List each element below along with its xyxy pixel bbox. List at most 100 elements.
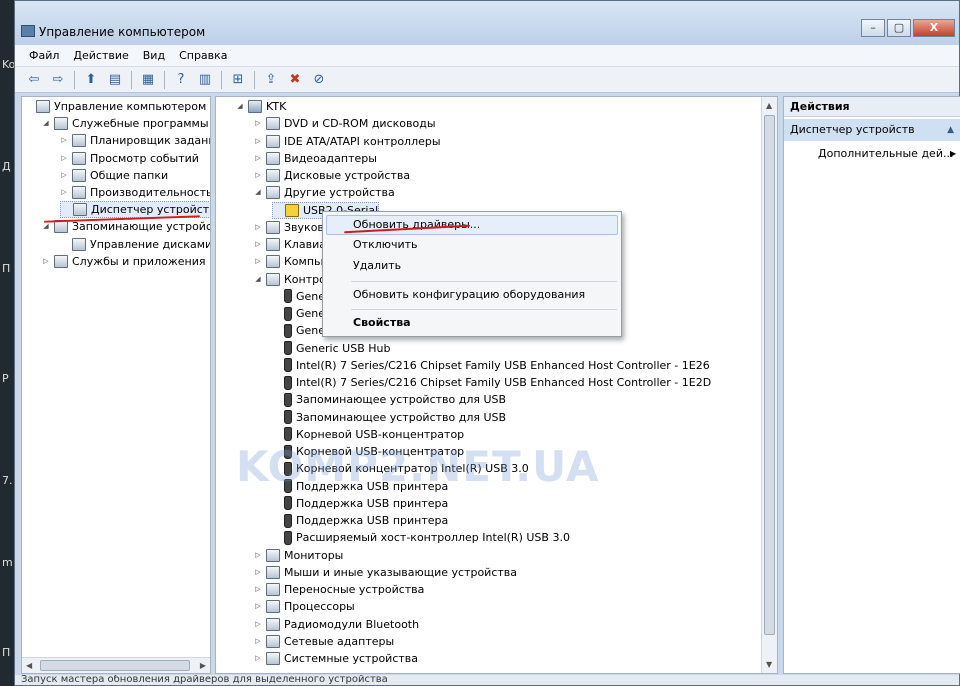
expand-arrow-icon[interactable]: ▷ [254,650,262,667]
minimize-button[interactable]: – [861,19,885,37]
expand-arrow-icon[interactable]: ▷ [254,598,262,615]
device-tree-item[interactable]: Поддержка USB принтера [272,512,448,529]
menu-disable[interactable]: Отключить [353,235,418,255]
menu-scan-hardware[interactable]: Обновить конфигурацию оборудования [353,285,585,305]
toolbar-separator [221,70,222,89]
device-tree-item[interactable]: ◢ KTK [236,98,286,115]
title-bar[interactable]: Управление компьютером – ▢ X [15,1,959,45]
expand-arrow-icon[interactable]: ▷ [254,167,262,184]
expand-arrow-icon[interactable]: ▷ [254,115,262,132]
actions-section-label: Диспетчер устройств [790,123,915,136]
device-tree-item[interactable]: Запоминающее устройство для USB [272,391,506,408]
show-hide-tree-icon[interactable]: ▤ [104,70,126,90]
collapse-arrow-icon[interactable]: ◢ [254,271,262,288]
scroll-thumb[interactable] [40,660,190,671]
tree-item-label: Другие устройства [284,186,395,200]
tree-item-label: Дисковые устройства [284,169,411,182]
console-tree-item[interactable]: ▷ Производительность [60,184,211,201]
expand-arrow-icon[interactable]: ▷ [254,633,262,650]
vertical-scrollbar[interactable]: ▲ ▼ [761,97,777,673]
device-tree-item[interactable]: Generic USB Hub [272,340,390,357]
up-folder-icon[interactable]: ⬆ [80,70,102,90]
tree-item-label: Производительность [90,186,211,199]
scroll-down-icon[interactable]: ▼ [766,660,772,669]
export-list-icon[interactable]: ▦ [137,70,159,90]
device-category-icon [266,583,280,596]
tree-item-label: Поддержка USB принтера [296,514,449,527]
scroll-up-icon[interactable]: ▲ [766,101,772,110]
device-tree-item[interactable]: ▷ Переносные устройства [254,581,424,598]
collapse-icon[interactable]: ▲ [947,119,954,141]
scroll-right-icon[interactable]: ▶ [200,661,206,670]
actions-section-device-manager[interactable]: Диспетчер устройств ▲ [784,119,960,141]
disable-device-icon[interactable]: ⊘ [308,70,330,90]
maximize-button[interactable]: ▢ [887,19,911,37]
expand-arrow-icon[interactable]: ▷ [60,184,68,201]
menu-properties[interactable]: Свойства [353,313,411,333]
expand-arrow-icon[interactable]: ▷ [254,547,262,564]
expand-arrow-icon[interactable]: ▷ [254,616,262,633]
device-tree-item[interactable]: ▷ Процессоры [254,598,355,615]
menu-help[interactable]: Справка [179,49,227,62]
device-tree-item[interactable]: ▷ Мыши и иные указывающие устройства [254,564,517,581]
expand-arrow-icon[interactable]: ▷ [254,236,262,253]
expand-arrow-icon[interactable]: ▷ [254,581,262,598]
action-pane-icon[interactable]: ▥ [194,70,216,90]
console-tree-item[interactable]: ▷ Общие папки [60,167,168,184]
device-tree-item[interactable]: ▷ Видеоадаптеры [254,150,377,167]
device-tree-item[interactable]: Поддержка USB принтера [272,495,448,512]
menu-file[interactable]: Файл [29,49,59,62]
collapse-arrow-icon[interactable]: ◢ [254,184,262,201]
uninstall-icon[interactable]: ✖ [284,70,306,90]
device-tree-item[interactable]: ▷ Сетевые адаптеры [254,633,394,650]
device-tree-item[interactable]: ▷ Мониторы [254,547,343,564]
help-icon[interactable]: ? [170,70,192,90]
device-tree-item[interactable]: Intel(R) 7 Series/C216 Chipset Family US… [272,357,710,374]
menu-delete[interactable]: Удалить [353,256,401,276]
console-tree-item[interactable]: ▷ Службы и приложения [42,253,205,270]
scroll-left-icon[interactable]: ◀ [26,661,32,670]
console-tree-item[interactable]: ▷ Просмотр событий [60,150,199,167]
device-tree-item[interactable]: Корневой USB-концентратор [272,426,464,443]
menu-view[interactable]: Вид [143,49,165,62]
device-tree-item[interactable]: ▷ IDE ATA/ATAPI контроллеры [254,133,441,150]
update-driver-icon[interactable]: ⇪ [260,70,282,90]
close-button[interactable]: X [913,19,955,37]
expand-arrow-icon[interactable]: ▷ [254,564,262,581]
device-tree-item[interactable]: Intel(R) 7 Series/C216 Chipset Family US… [272,374,711,391]
console-tree-item[interactable]: Управление дисками [60,236,210,253]
console-tree-item[interactable]: ▷ Планировщик заданий [60,132,210,149]
console-tree-item[interactable]: Управление компьютером (л [24,98,210,115]
expand-arrow-icon[interactable]: ▷ [254,253,262,270]
device-tree-item[interactable]: ▷ Системные устройства [254,650,418,667]
expand-arrow-icon[interactable]: ▷ [42,253,50,270]
collapse-arrow-icon[interactable]: ◢ [236,98,244,115]
back-arrow-icon[interactable]: ⇦ [23,70,45,90]
device-tree-item[interactable]: ▷ Дисковые устройства [254,167,410,184]
console-tree-item[interactable]: ◢ Служебные программы [42,115,209,132]
device-tree-item[interactable]: Расширяемый хост-контроллер Intel(R) USB… [272,529,570,546]
usb-device-icon [284,289,292,304]
menu-action[interactable]: Действие [73,49,128,62]
device-tree-item[interactable]: ▷ Радиомодули Bluetooth [254,616,419,633]
tree-item-label: Общие папки [90,168,169,182]
forward-arrow-icon[interactable]: ⇨ [47,70,69,90]
device-tree-item[interactable]: ◢ Другие устройства [254,184,395,201]
expand-arrow-icon[interactable]: ▷ [60,132,68,149]
expand-arrow-icon[interactable]: ▷ [254,133,262,150]
scroll-thumb[interactable] [764,115,775,635]
expand-arrow-icon[interactable]: ▷ [254,219,262,236]
device-category-icon [266,117,280,131]
device-tree-item[interactable]: ▷ DVD и CD-ROM дисководы [254,115,436,132]
more-actions-item[interactable]: Дополнительные дей... ▶ [818,145,956,163]
horizontal-scrollbar[interactable]: ◀ ▶ [22,657,210,673]
toolbar: ⇦ ⇨ ⬆ ▤ ▦ ? ▥ ⊞ ⇪ ✖ ⊘ [15,67,959,93]
device-tree-item[interactable]: Запоминающее устройство для USB [272,409,506,426]
tree-item-label: Intel(R) 7 Series/C216 Chipset Family US… [296,376,712,389]
device-category-icon [72,151,86,165]
expand-arrow-icon[interactable]: ▷ [60,150,68,167]
scan-hardware-icon[interactable]: ⊞ [227,70,249,90]
expand-arrow-icon[interactable]: ▷ [254,150,262,167]
expand-arrow-icon[interactable]: ▷ [60,167,68,184]
collapse-arrow-icon[interactable]: ◢ [42,115,50,132]
